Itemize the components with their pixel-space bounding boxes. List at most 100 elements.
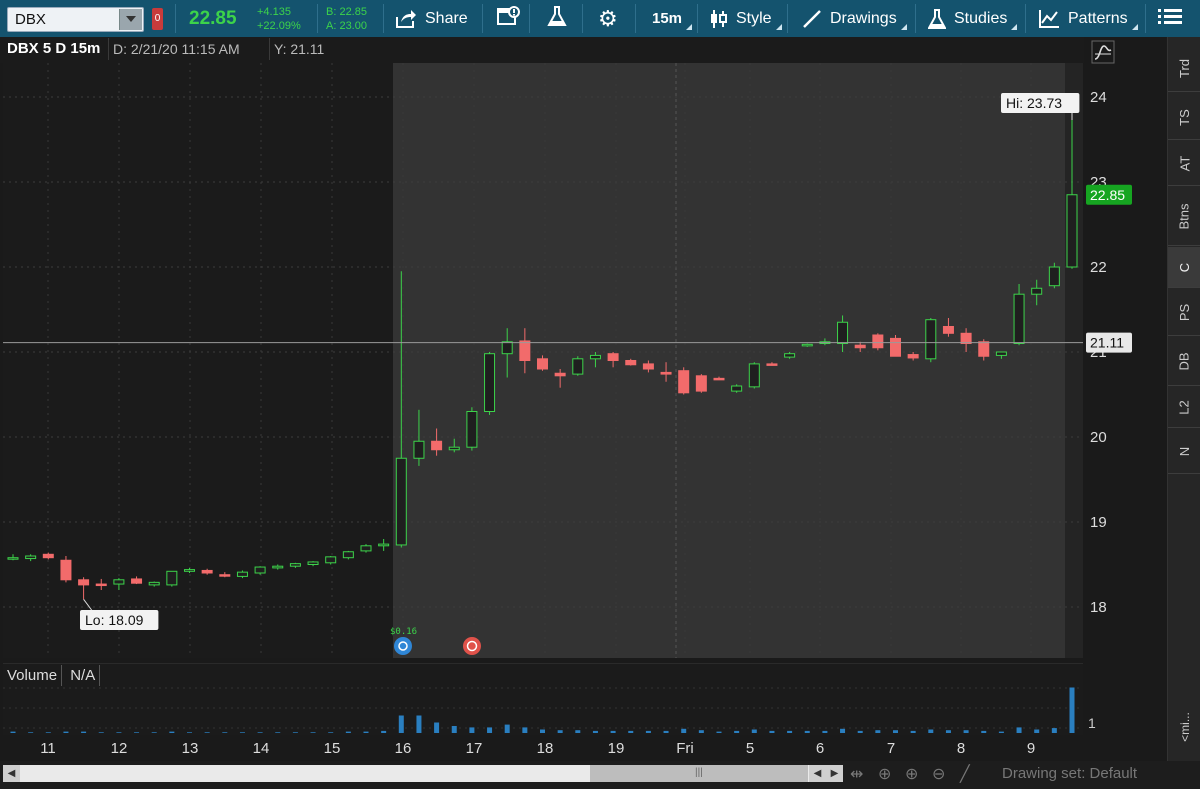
panel-tab-n[interactable]: N [1168,429,1200,474]
patterns-button[interactable]: Patterns [1038,0,1138,37]
timeframe-label: 15m [652,10,683,27]
volume-header: Volume N/A [3,665,101,689]
settings-button[interactable]: ⚙ [598,0,618,37]
earnings-marker[interactable] [463,637,481,655]
volume-bar [345,731,351,733]
time-tick: 16 [395,740,412,757]
volume-bar [116,732,122,733]
panel-tab-c[interactable]: C [1168,247,1200,288]
volume-bar [610,730,616,733]
time-tick: 13 [182,740,199,757]
time-tick: 15 [324,740,341,757]
volume-bar [840,728,846,733]
bid-price: B: 22.85 [326,6,367,18]
gear-icon: ⚙ [598,5,618,31]
scroll-left-icon[interactable]: ◀ [3,765,20,782]
volume-bar [522,727,528,733]
panel-tab-trd[interactable]: Trd [1168,45,1200,92]
price-tick: 19 [1090,514,1107,531]
panel-tab-l2[interactable]: L2 [1168,387,1200,428]
panel-tab-ps[interactable]: PS [1168,289,1200,336]
volume-bar [628,730,634,733]
price-change: +4.135 +22.09% [257,5,301,33]
price-chart-plot[interactable]: Hi: 23.73 Lo: 18.09 $0.16 [3,63,1083,658]
volume-bar [698,730,704,733]
time-tick: 5 [746,740,754,757]
chevron-down-icon[interactable] [119,9,142,30]
panel-tab-at[interactable]: AT [1168,141,1200,186]
chart-title[interactable]: DBX 5 D 15m [7,40,100,57]
patterns-icon [1038,9,1060,29]
price-tick: 20 [1090,429,1107,446]
panel-tab-label: AT [1177,155,1192,171]
right-side-panel: Trd TS AT Btns C PS DB L2 N <mi... [1167,37,1200,761]
panel-tab-label: Trd [1177,58,1192,78]
style-button[interactable]: Style [710,0,782,37]
panel-tab-label: C [1176,262,1192,272]
scroll-right-icon[interactable]: ▶ [826,765,843,782]
volume-bar [222,732,228,733]
crosshair-pan-icon[interactable]: ⊕ [878,764,891,784]
panel-tab-ts[interactable]: TS [1168,95,1200,140]
flask-studies-icon [928,8,946,30]
price-axis[interactable]: 1819202122232421.1122.85 [1084,37,1166,697]
time-tick: 6 [816,740,824,757]
volume-bar [822,730,828,733]
volume-bar [751,729,757,733]
time-tick: 7 [887,740,895,757]
zoom-out-icon[interactable]: ⊖ [932,764,945,784]
volume-bar [10,731,16,733]
studies-button[interactable]: Studies [928,0,1018,37]
zoom-in-icon[interactable]: ⊕ [905,764,918,784]
volume-bar [663,730,669,733]
link-color-tag[interactable]: 0 [152,8,163,30]
volume-chart[interactable] [3,663,1083,735]
menu-button[interactable] [1157,0,1183,37]
time-tick: 14 [253,740,270,757]
volume-bar [169,731,175,733]
volume-bar [998,731,1004,733]
panel-tab-btns[interactable]: Btns [1168,187,1200,246]
volume-bar [1016,727,1022,733]
time-tick: 12 [111,740,128,757]
timeframe-button[interactable]: 15m [652,0,693,37]
time-tick: 17 [466,740,483,757]
volume-bar [45,732,51,733]
volume-bar [310,732,316,733]
price-tick: 24 [1090,89,1107,106]
drawings-button[interactable]: Drawings [802,0,907,37]
collapse-panel-button[interactable]: <mi... [1168,697,1200,757]
volume-bar [734,730,740,733]
time-tick: Fri [676,740,694,757]
patterns-label: Patterns [1068,9,1128,27]
volume-bar [434,722,440,733]
candle [890,335,901,357]
studies-label: Studies [954,9,1008,27]
candle [748,362,760,389]
flask-button[interactable] [546,0,568,37]
flask-icon [546,5,568,32]
candle [325,556,337,565]
volume-axis-label: 1 [1088,715,1096,731]
scroll-back-icon[interactable]: ◀ [809,765,826,782]
volume-title: Volume [3,665,63,686]
drawing-set-selector[interactable]: Drawing set: Default [1002,765,1137,782]
events-button[interactable] [497,0,521,37]
volume-bar [98,732,104,733]
symbol-selector[interactable]: DBX [7,7,144,32]
volume-bar [857,730,863,733]
horizontal-scrollbar[interactable]: ◀ ||| ◀ ▶ [3,765,843,782]
collapse-label: <mi... [1177,712,1192,742]
drawing-tool-icon[interactable]: ╱ [960,764,970,784]
volume-bar [63,731,69,733]
calendar-icon [497,6,521,31]
time-axis[interactable]: 11 12 13 14 15 16 17 18 19 Fri 5 6 7 8 9 [3,737,1083,761]
share-button[interactable]: Share [395,0,468,37]
candle [484,352,496,415]
expand-horizontal-icon[interactable]: ⇹ [850,764,863,784]
panel-tab-label: TS [1177,108,1192,126]
time-tick: 11 [40,740,56,757]
panel-tab-db[interactable]: DB [1168,337,1200,386]
scrollbar-thumb[interactable]: ||| [590,765,808,782]
candlestick-icon [710,9,728,29]
